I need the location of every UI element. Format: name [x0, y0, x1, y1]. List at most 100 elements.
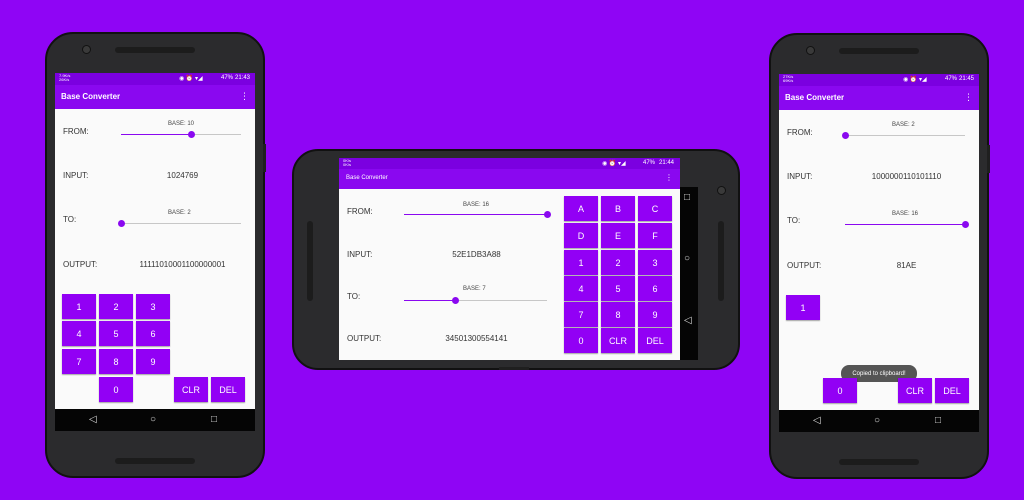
key-b[interactable]: B [601, 196, 635, 221]
left-screen: 7.9K/s 26K/s ◉ ⏰ ▾◢ 47% 21:43 Base Conve… [55, 73, 255, 431]
to-base-caption: BASE: 7 [463, 286, 486, 292]
delete-button[interactable]: DEL [935, 378, 969, 403]
to-label: TO: [63, 215, 77, 224]
to-slider-thumb[interactable] [118, 220, 125, 227]
recents-icon[interactable]: □ [211, 415, 217, 425]
bottom-speaker [115, 458, 195, 464]
app-title: Base Converter [61, 92, 121, 101]
key-f[interactable]: F [638, 223, 672, 248]
back-icon[interactable]: ◁ [89, 415, 97, 425]
from-label: FROM: [347, 207, 373, 216]
key-7[interactable]: 7 [564, 302, 598, 327]
key-a[interactable]: A [564, 196, 598, 221]
output-label: OUTPUT: [63, 260, 98, 269]
status-bar: 7.9K/s 26K/s ◉ ⏰ ▾◢ 47% 21:43 [55, 73, 255, 85]
key-6[interactable]: 6 [136, 321, 170, 346]
front-camera-icon [717, 186, 726, 195]
bottom-speaker [839, 459, 919, 465]
home-icon[interactable]: ○ [874, 416, 880, 426]
battery-level: 47% [945, 76, 958, 82]
overflow-menu-icon[interactable]: ⋮ [240, 91, 249, 102]
from-base-caption: BASE: 2 [892, 122, 915, 128]
delete-button[interactable]: DEL [211, 377, 245, 402]
key-9[interactable]: 9 [638, 302, 672, 327]
to-slider-track[interactable] [121, 223, 241, 224]
status-bar: 0K/s 0K/s ◉ ⏰ ▾◢ 47% 21:44 [339, 158, 680, 169]
delete-button[interactable]: DEL [638, 328, 672, 353]
from-slider-track[interactable] [845, 135, 965, 136]
battery-level: 47% [643, 160, 656, 166]
key-2[interactable]: 2 [99, 294, 133, 319]
front-camera-icon [82, 45, 91, 54]
to-label: TO: [347, 292, 361, 301]
app-title: Base Converter [346, 175, 388, 181]
system-icons: ◉ ⏰ ▾◢ [179, 76, 203, 82]
key-5[interactable]: 5 [99, 321, 133, 346]
key-3[interactable]: 3 [638, 250, 672, 275]
key-e[interactable]: E [601, 223, 635, 248]
clear-button[interactable]: CLR [601, 328, 635, 353]
from-slider-fill [121, 134, 191, 135]
app-bar: Base Converter ⋮ [779, 86, 979, 110]
recents-icon[interactable]: □ [684, 193, 690, 203]
recents-icon[interactable]: □ [935, 416, 941, 426]
from-slider-thumb[interactable] [842, 132, 849, 139]
key-4[interactable]: 4 [564, 276, 598, 301]
input-value: 1000000110101110 [871, 172, 942, 181]
key-8[interactable]: 8 [601, 302, 635, 327]
to-base-caption: BASE: 16 [892, 211, 919, 217]
from-base-caption: BASE: 16 [463, 202, 490, 208]
home-icon[interactable]: ○ [150, 415, 156, 425]
clear-button[interactable]: CLR [898, 378, 932, 403]
key-8[interactable]: 8 [99, 349, 133, 374]
navigation-bar: ◁ ○ □ [779, 410, 979, 432]
system-icons: ◉ ⏰ ▾◢ [903, 77, 927, 83]
key-7[interactable]: 7 [62, 349, 96, 374]
side-button [263, 144, 266, 172]
center-screen: 0K/s 0K/s ◉ ⏰ ▾◢ 47% 21:44 Base Converte… [339, 158, 680, 360]
key-0[interactable]: 0 [99, 377, 133, 402]
to-slider-thumb[interactable] [962, 221, 969, 228]
key-9[interactable]: 9 [136, 349, 170, 374]
carrier-speed: 7.9K/s 26K/s [59, 73, 71, 82]
key-1[interactable]: 1 [786, 295, 820, 320]
front-camera-icon [806, 46, 815, 55]
back-icon[interactable]: ◁ [684, 316, 692, 326]
output-label: OUTPUT: [347, 334, 382, 343]
to-slider-fill [404, 300, 455, 301]
key-3[interactable]: 3 [136, 294, 170, 319]
input-label: INPUT: [63, 171, 89, 180]
app-bar: Base Converter ⋮ [339, 169, 680, 189]
key-6[interactable]: 6 [638, 276, 672, 301]
key-2[interactable]: 2 [601, 250, 635, 275]
key-1[interactable]: 1 [564, 250, 598, 275]
overflow-menu-icon[interactable]: ⋮ [964, 92, 973, 103]
side-button [987, 145, 990, 173]
output-value: 34501300554141 [445, 334, 508, 343]
key-0[interactable]: 0 [564, 328, 598, 353]
output-label: OUTPUT: [787, 261, 822, 270]
to-slider-thumb[interactable] [452, 297, 459, 304]
home-icon[interactable]: ○ [684, 254, 690, 264]
overflow-menu-icon[interactable]: ⋮ [665, 173, 673, 182]
key-1[interactable]: 1 [62, 294, 96, 319]
back-icon[interactable]: ◁ [813, 416, 821, 426]
key-4[interactable]: 4 [62, 321, 96, 346]
key-5[interactable]: 5 [601, 276, 635, 301]
from-slider-thumb[interactable] [544, 211, 551, 218]
clear-button[interactable]: CLR [174, 377, 208, 402]
carrier-speed: 27K/s 69K/s [783, 74, 794, 83]
key-c[interactable]: C [638, 196, 672, 221]
status-bar: 27K/s 69K/s ◉ ⏰ ▾◢ 47% 21:45 [779, 74, 979, 86]
key-0[interactable]: 0 [823, 378, 857, 403]
from-label: FROM: [63, 127, 89, 136]
app-title: Base Converter [785, 93, 845, 102]
from-slider-thumb[interactable] [188, 131, 195, 138]
side-navigation-bar: □ ○ ◁ [680, 187, 698, 360]
app-bar: Base Converter ⋮ [55, 85, 255, 109]
right-speaker [718, 221, 724, 301]
top-speaker [115, 47, 195, 53]
to-base-caption: BASE: 2 [168, 210, 191, 216]
output-value: 81AE [896, 261, 917, 270]
key-d[interactable]: D [564, 223, 598, 248]
